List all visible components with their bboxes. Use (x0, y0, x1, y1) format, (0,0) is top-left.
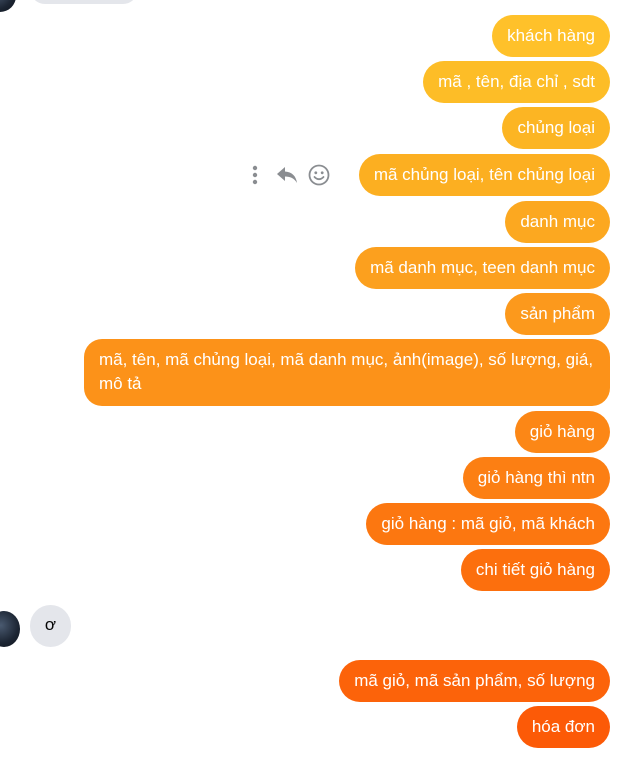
message-bubble[interactable]: giỏ hàng (514, 411, 610, 453)
reply-icon[interactable] (275, 163, 299, 187)
message-hover-actions (243, 160, 331, 190)
message-bubble[interactable]: giỏ hàng thì ntn (462, 457, 610, 499)
message-bubble[interactable]: chi tiết giỏ hàng (460, 549, 610, 591)
more-icon[interactable] (243, 163, 267, 187)
message-bubble[interactable]: mã , tên, địa chỉ , sdt (423, 61, 610, 103)
message-bubble[interactable]: mã, tên, mã chủng loại, mã danh mục, ảnh… (84, 339, 610, 406)
message-bubble[interactable]: khách hàng (492, 15, 610, 57)
message-bubble[interactable]: danh mục (505, 201, 610, 243)
emoji-icon[interactable] (307, 163, 331, 187)
message-bubble[interactable]: giỏ hàng : mã giỏ, mã khách (366, 503, 610, 545)
message-bubble[interactable]: hóa đơn (516, 706, 610, 748)
avatar[interactable] (0, 0, 16, 12)
message-bubble[interactable]: mã danh mục, teen danh mục (355, 247, 610, 289)
message-bubble[interactable]: sản phẩm (505, 293, 610, 335)
message-bubble[interactable]: chủng loại (502, 107, 610, 149)
incoming-message-bubble-partial (30, 0, 138, 4)
message-bubble[interactable]: mã giỏ, mã sản phẩm, số lượng (339, 660, 610, 702)
message-bubble[interactable]: mã chủng loại, tên chủng loại (358, 154, 610, 196)
avatar[interactable] (0, 611, 20, 647)
incoming-message-bubble[interactable]: ơ (30, 605, 71, 647)
